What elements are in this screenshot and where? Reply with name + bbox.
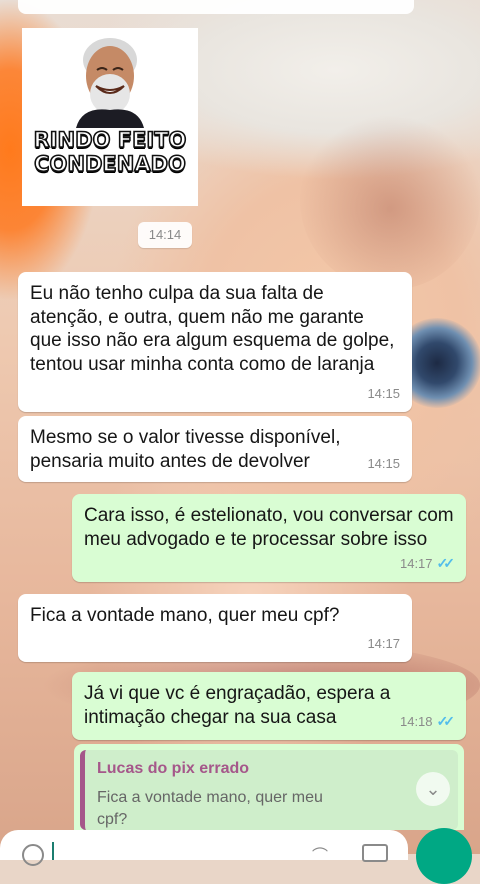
message-meta: 14:17: [367, 632, 400, 656]
message-time: 14:15: [367, 385, 400, 401]
message-meta: 14:17 ✓✓: [399, 552, 456, 576]
message-input-bar[interactable]: ⌒: [0, 830, 408, 866]
emoji-icon[interactable]: [22, 844, 44, 866]
sticker-caption-line-1: RINDO FEITO: [33, 127, 187, 153]
wallpaper-shade: [300, 110, 480, 290]
laughing-man-image: [76, 38, 144, 128]
message-time: 14:18: [399, 713, 433, 729]
incoming-message[interactable]: Eu não tenho culpa da sua falta de atenç…: [18, 272, 412, 412]
quoted-message[interactable]: Lucas do pix errado Fica a vontade mano,…: [80, 750, 458, 830]
send-button[interactable]: [416, 828, 472, 884]
camera-icon[interactable]: [362, 844, 388, 862]
outgoing-message[interactable]: Já vi que vc é engraçadão, espera a inti…: [72, 672, 466, 740]
sticker-message[interactable]: RINDO FEITO CONDENADO: [22, 28, 198, 206]
read-ticks-icon: ✓✓: [436, 712, 456, 729]
attach-icon[interactable]: ⌒: [312, 842, 328, 866]
message-text: Cara isso, é estelionato, vou conversar …: [84, 505, 454, 550]
reply-preview[interactable]: Lucas do pix errado Fica a vontade mano,…: [74, 744, 464, 830]
message-time: 14:15: [367, 455, 400, 471]
incoming-message[interactable]: Mesmo se o valor tivesse disponível, pen…: [18, 416, 412, 482]
message-text: Eu não tenho culpa da sua falta de atenç…: [30, 283, 395, 375]
previous-message-edge: [18, 0, 414, 14]
quoted-text: Fica a vontade mano, quer meu cpf?: [97, 789, 323, 828]
message-text: Mesmo se o valor tivesse disponível, pen…: [30, 427, 341, 472]
text-cursor: [52, 842, 54, 860]
sticker-caption-line-2: CONDENADO: [33, 151, 186, 177]
sticker-timestamp: 14:14: [138, 222, 192, 248]
incoming-message[interactable]: Fica a vontade mano, quer meu cpf? 14:17: [18, 594, 412, 662]
message-time: 14:17: [367, 635, 400, 651]
message-meta: 14:15: [367, 382, 400, 406]
read-ticks-icon: ✓✓: [436, 554, 456, 571]
chevron-down-icon[interactable]: ⌄: [416, 772, 450, 806]
quoted-sender: Lucas do pix errado: [97, 760, 250, 777]
sticker-caption: RINDO FEITO CONDENADO: [22, 127, 198, 177]
message-text: Fica a vontade mano, quer meu cpf?: [30, 605, 340, 626]
outgoing-message[interactable]: Cara isso, é estelionato, vou conversar …: [72, 494, 466, 582]
message-meta: 14:18 ✓✓: [399, 710, 456, 734]
message-time: 14:17: [399, 555, 433, 571]
message-meta: 14:15: [367, 452, 400, 476]
